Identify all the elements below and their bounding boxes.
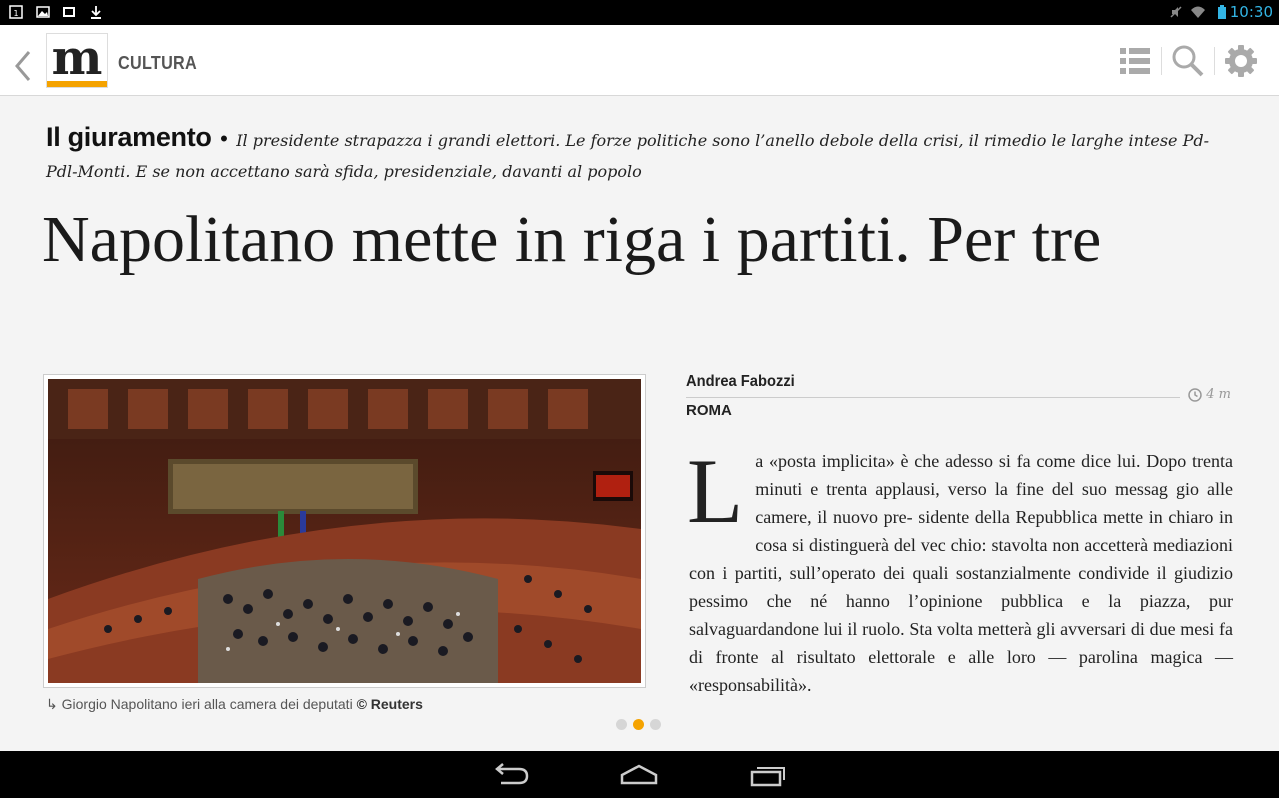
search-icon — [1172, 45, 1204, 77]
gear-icon — [1225, 45, 1257, 77]
app-bar: m CULTURA — [0, 25, 1279, 96]
logo-accent-bar — [47, 81, 107, 87]
action-divider — [1161, 47, 1162, 75]
recent-apps-icon[interactable] — [748, 763, 788, 787]
body-text: a «posta implicita» è che adesso si fa c… — [689, 451, 1233, 695]
image-icon — [36, 6, 50, 18]
settings-button[interactable] — [1223, 43, 1259, 79]
photo-caption: ↳ Giorgio Napolitano ieri alla camera de… — [46, 696, 423, 713]
drop-cap: L — [687, 440, 744, 542]
action-bar — [1117, 43, 1259, 79]
article-body: La «posta implicita» è che adesso si fa … — [687, 440, 1233, 699]
kicker-bullet: • — [220, 126, 228, 151]
chamber-photo — [48, 379, 641, 683]
app-logo[interactable]: m — [46, 30, 108, 88]
caption-text: Giorgio Napolitano ieri alla camera dei … — [61, 696, 353, 712]
battery-icon — [1218, 5, 1226, 19]
tablet-icon: 1 — [9, 5, 23, 19]
author-name: Andrea Fabozzi — [686, 373, 795, 390]
article-kicker: Il giuramento • Il presidente strapazza … — [46, 122, 1236, 188]
section-title: CULTURA — [118, 53, 197, 73]
clock-icon — [1188, 387, 1203, 402]
byline-divider — [686, 397, 1180, 398]
system-nav-bar — [0, 751, 1279, 798]
caption-arrow-icon: ↳ — [46, 696, 62, 712]
list-icon — [1120, 48, 1150, 74]
page-dot-active[interactable] — [633, 719, 644, 730]
kicker-title: Il giuramento — [46, 122, 212, 152]
download-icon — [91, 6, 101, 19]
byline: Andrea Fabozzi 4 m ROMA — [686, 373, 1231, 419]
dateline-city: ROMA — [686, 402, 732, 419]
logo-letter: m — [51, 30, 103, 86]
back-icon[interactable] — [491, 763, 531, 787]
status-bar: 1 10:30 — [0, 0, 1279, 25]
page-indicator[interactable] — [616, 719, 661, 730]
mute-icon — [1170, 6, 1182, 18]
parliament-chamber-image — [48, 379, 641, 683]
page-dot[interactable] — [616, 719, 627, 730]
read-time: 4 m — [1188, 387, 1231, 402]
wifi-icon — [1191, 6, 1205, 18]
list-button[interactable] — [1117, 43, 1153, 79]
caption-credit: © Reuters — [356, 696, 423, 712]
read-time-value: 4 m — [1206, 387, 1231, 402]
article-photo[interactable] — [43, 374, 646, 688]
clock: 10:30 — [1229, 3, 1273, 21]
article-headline: Napolitano mette in riga i partiti. Per … — [42, 203, 1102, 276]
action-divider — [1214, 47, 1215, 75]
back-chevron-icon[interactable] — [12, 49, 34, 83]
film-icon — [63, 7, 75, 17]
page-dot[interactable] — [650, 719, 661, 730]
svg-text:1: 1 — [13, 9, 18, 18]
home-icon[interactable] — [619, 763, 659, 787]
search-button[interactable] — [1170, 43, 1206, 79]
